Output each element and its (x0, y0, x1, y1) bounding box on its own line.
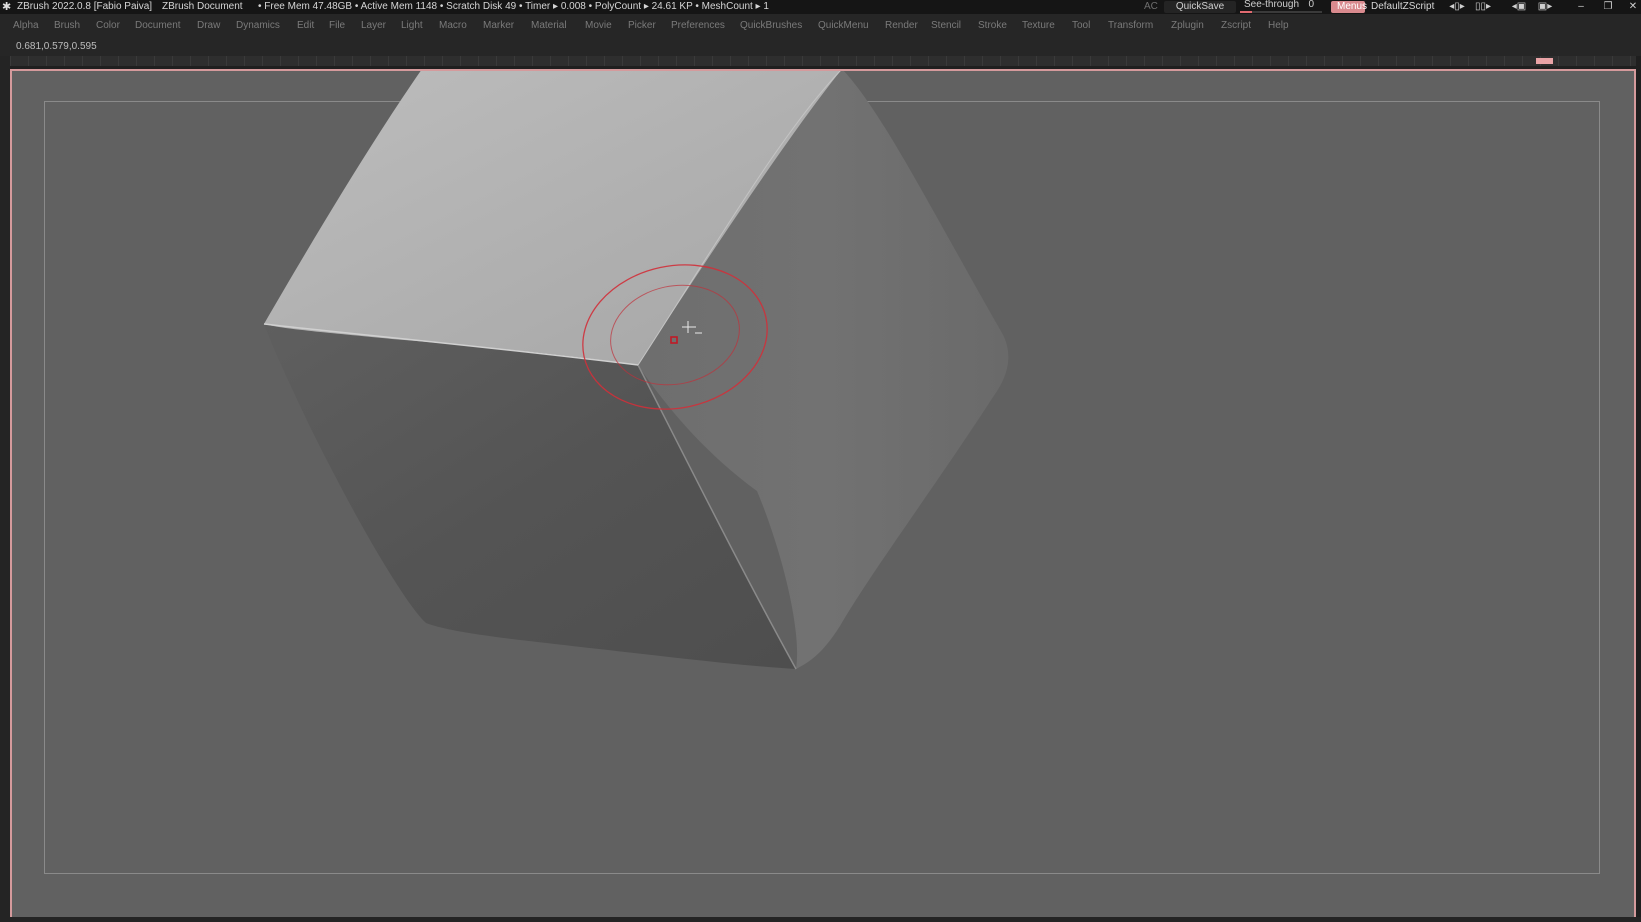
menu-marker[interactable]: Marker (483, 20, 514, 31)
close-icon[interactable]: ✕ (1622, 1, 1641, 13)
menus-button[interactable]: Menus (1331, 1, 1367, 13)
menu-picker[interactable]: Picker (628, 20, 656, 31)
ui-layout-icon[interactable]: ◂▣ (1508, 1, 1530, 13)
menu-stroke[interactable]: Stroke (978, 20, 1007, 31)
layout-left-icon[interactable]: ◂▯▸ (1446, 1, 1468, 13)
menu-texture[interactable]: Texture (1022, 20, 1055, 31)
bottom-tray-edge (0, 917, 1641, 922)
default-zscript-button[interactable]: DefaultZScript (1371, 0, 1434, 14)
menu-document[interactable]: Document (135, 20, 181, 31)
shelf-ruler[interactable] (10, 56, 1636, 66)
menu-zplugin[interactable]: Zplugin (1171, 20, 1204, 31)
menu-macro[interactable]: Macro (439, 20, 467, 31)
see-through-track (1240, 11, 1322, 13)
restore-icon[interactable]: ❐ (1597, 1, 1619, 13)
quicksave-button[interactable]: QuickSave (1164, 1, 1236, 13)
menu-dynamics[interactable]: Dynamics (236, 20, 280, 31)
app-title: ZBrush 2022.0.8 [Fabio Paiva] (17, 1, 153, 12)
layout-right-icon[interactable]: ▯▯▸ (1472, 1, 1494, 13)
menu-draw[interactable]: Draw (197, 20, 220, 31)
menu-color[interactable]: Color (96, 20, 120, 31)
menu-bar: Alpha Brush Color Document Draw Dynamics… (0, 14, 1641, 40)
menu-transform[interactable]: Transform (1108, 20, 1153, 31)
menu-quickbrushes[interactable]: QuickBrushes (740, 20, 802, 31)
see-through-slider[interactable]: See-through 0 (1240, 0, 1322, 14)
memory-stats: • Free Mem 47.48GB • Active Mem 1148 • S… (258, 1, 769, 12)
menu-material[interactable]: Material (531, 20, 567, 31)
menu-quickmenu[interactable]: QuickMenu (818, 20, 869, 31)
menu-file[interactable]: File (329, 20, 345, 31)
menu-render[interactable]: Render (885, 20, 918, 31)
menu-zscript[interactable]: Zscript (1221, 20, 1251, 31)
ui-save-icon[interactable]: ▣▸ (1534, 1, 1556, 13)
menu-tool[interactable]: Tool (1072, 20, 1090, 31)
menu-help[interactable]: Help (1268, 20, 1289, 31)
ac-indicator[interactable]: AC (1144, 0, 1158, 14)
menu-alpha[interactable]: Alpha (13, 20, 39, 31)
menu-light[interactable]: Light (401, 20, 423, 31)
menu-preferences[interactable]: Preferences (671, 20, 725, 31)
title-bar: ✱ ZBrush 2022.0.8 [Fabio Paiva] ZBrush D… (0, 0, 1641, 14)
menu-brush[interactable]: Brush (54, 20, 80, 31)
menu-layer[interactable]: Layer (361, 20, 386, 31)
menu-stencil[interactable]: Stencil (931, 20, 961, 31)
shelf-marker[interactable] (1536, 58, 1553, 64)
menu-movie[interactable]: Movie (585, 20, 612, 31)
menu-edit[interactable]: Edit (297, 20, 314, 31)
3d-viewport[interactable] (12, 71, 1634, 917)
document-canvas[interactable] (10, 69, 1636, 919)
left-tray-edge[interactable] (0, 56, 10, 922)
document-title: ZBrush Document (162, 1, 243, 12)
minimize-icon[interactable]: – (1570, 1, 1592, 13)
zbrush-logo-icon: ✱ (2, 1, 12, 13)
see-through-fill (1240, 11, 1252, 13)
cursor-coordinates: 0.681,0.579,0.595 (16, 41, 97, 52)
info-bar: 0.681,0.579,0.595 (0, 40, 1641, 56)
